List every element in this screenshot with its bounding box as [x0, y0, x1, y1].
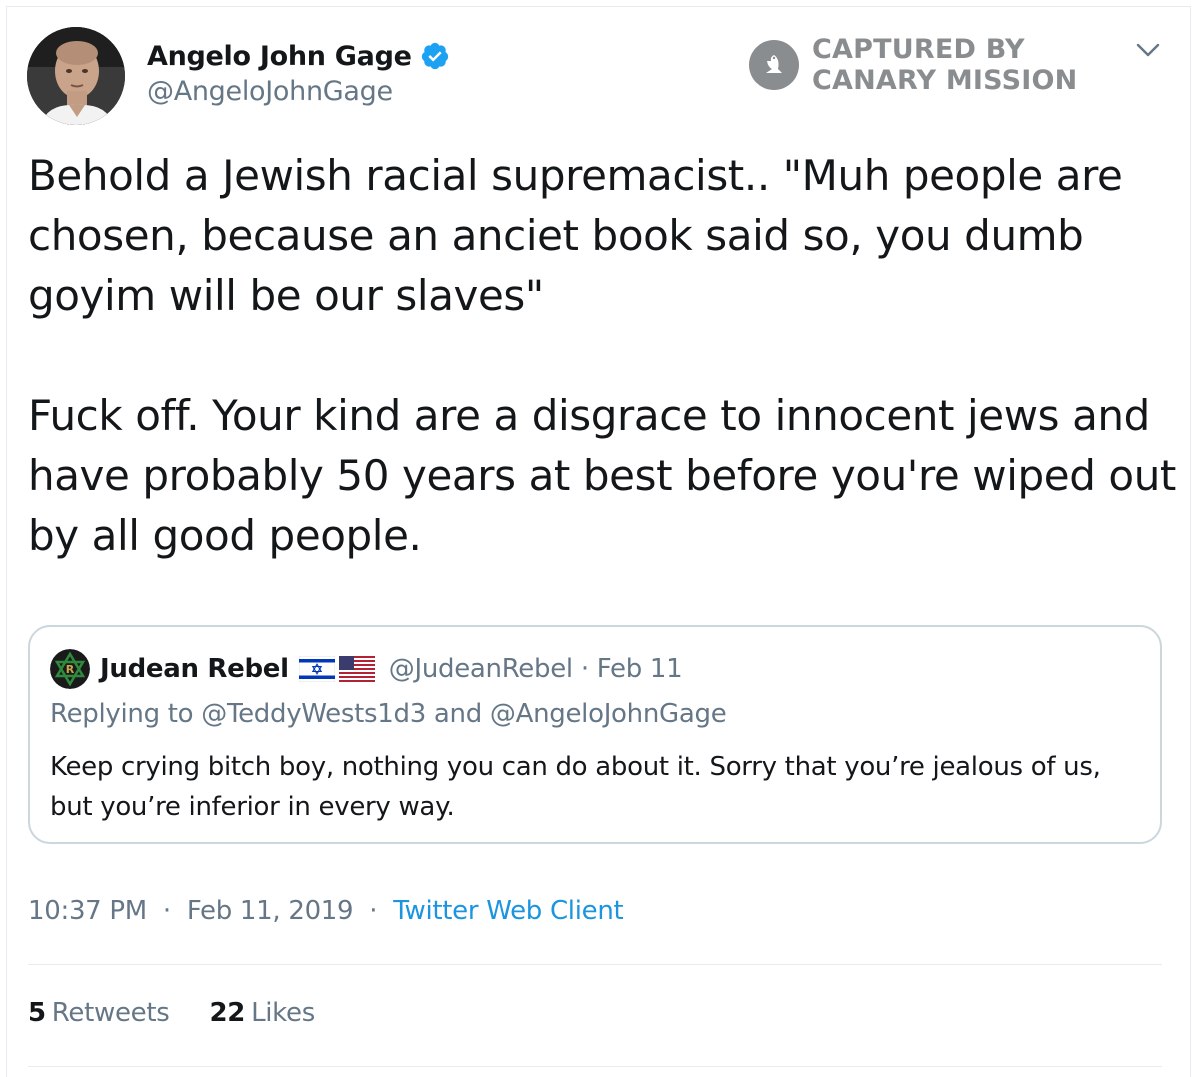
likes-count: 22 — [209, 998, 246, 1028]
tweet-client-link[interactable]: Twitter Web Client — [393, 896, 624, 926]
separator-dot: · — [162, 896, 171, 926]
retweets-count: 5 — [28, 998, 46, 1028]
likes-label: Likes — [251, 998, 315, 1028]
chevron-down-icon[interactable] — [1134, 40, 1162, 60]
watermark-line-1: CAPTURED BY — [812, 34, 1025, 65]
author-name-row: Angelo John Gage — [147, 36, 450, 76]
retweets-label: Retweets — [51, 998, 170, 1028]
quoted-author-handle[interactable]: @JudeanRebel — [389, 654, 573, 684]
canary-bird-icon — [749, 40, 799, 90]
tweet-time[interactable]: 10:37 PM — [28, 896, 147, 926]
author-name[interactable]: Angelo John Gage — [147, 41, 412, 72]
watermark-text: CAPTURED BY CANARY MISSION — [812, 34, 1077, 96]
quoted-tweet[interactable]: R Judean Rebel @JudeanRebel · Feb 11 Rep… — [28, 625, 1162, 844]
watermark-line-2: CANARY MISSION — [812, 65, 1078, 96]
separator-dot: · — [580, 654, 589, 684]
quoted-date[interactable]: Feb 11 — [597, 654, 683, 684]
us-flag-icon — [338, 656, 375, 682]
quoted-author-name[interactable]: Judean Rebel — [100, 654, 289, 684]
quoted-text: Keep crying bitch boy, nothing you can d… — [50, 752, 1101, 822]
tweet-stats: 5 Retweets 22 Likes — [28, 998, 315, 1028]
verified-badge-icon — [421, 42, 448, 70]
tweet-text: Behold a Jewish racial supremacist.. "Mu… — [28, 146, 1178, 566]
svg-text:R: R — [66, 663, 75, 676]
retweets-stat[interactable]: 5 Retweets — [28, 998, 170, 1028]
author-avatar[interactable] — [27, 27, 125, 125]
replying-to: Replying to @TeddyWests1d3 and @AngeloJo… — [50, 699, 727, 729]
israel-flag-icon — [298, 656, 335, 682]
likes-stat[interactable]: 22 Likes — [209, 998, 315, 1028]
watermark: CAPTURED BY CANARY MISSION — [748, 34, 1077, 96]
tweet-paragraph: Fuck off. Your kind are a disgrace to in… — [28, 391, 1177, 560]
author-handle[interactable]: @AngeloJohnGage — [147, 76, 393, 107]
divider — [28, 964, 1162, 965]
tweet-paragraph: Behold a Jewish racial supremacist.. "Mu… — [28, 151, 1123, 320]
quoted-header: Judean Rebel @JudeanRebel · Feb 11 — [100, 651, 683, 687]
quoted-avatar[interactable]: R — [50, 649, 90, 689]
separator-dot: · — [369, 896, 378, 926]
tweet-meta: 10:37 PM · Feb 11, 2019 · Twitter Web Cl… — [28, 896, 624, 926]
divider — [28, 1066, 1162, 1067]
tweet-date[interactable]: Feb 11, 2019 — [187, 896, 354, 926]
